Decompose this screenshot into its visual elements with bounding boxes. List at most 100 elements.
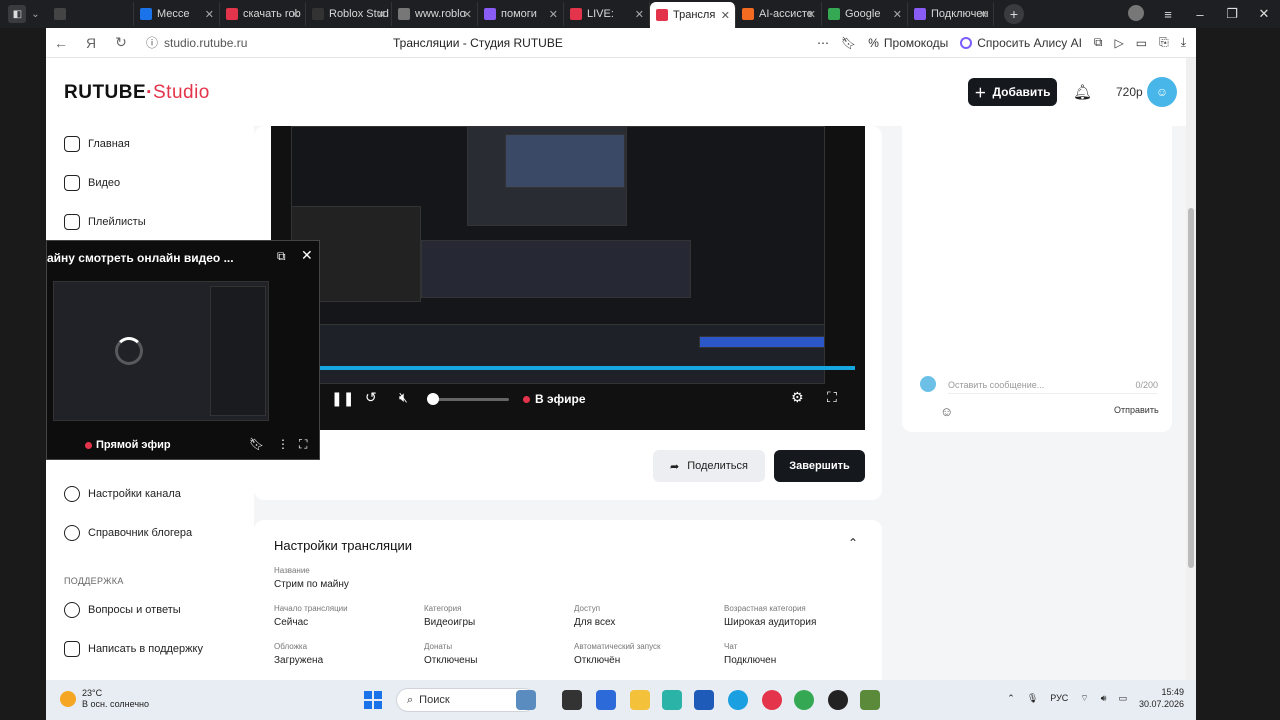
url-field[interactable]: ⓘ studio.rutube.ru bbox=[146, 34, 346, 51]
minimize-button[interactable]: – bbox=[1184, 7, 1216, 22]
field-value: Отключён bbox=[574, 655, 621, 666]
share-button[interactable]: ➦ Поделиться bbox=[653, 450, 765, 482]
pause-icon[interactable]: ❚❚ bbox=[331, 390, 354, 407]
tab-close-icon[interactable]: ✕ bbox=[377, 8, 386, 21]
yandex-icon[interactable]: Я bbox=[76, 35, 106, 51]
restore-button[interactable]: ❐ bbox=[1216, 6, 1248, 22]
download-icon[interactable]: ⤓ bbox=[1181, 35, 1186, 50]
folder-icon[interactable] bbox=[630, 690, 650, 710]
sidebar-item-faq[interactable]: Вопросы и ответы bbox=[64, 600, 181, 620]
tab-close-icon[interactable]: ✕ bbox=[463, 8, 472, 21]
store-icon[interactable] bbox=[694, 690, 714, 710]
browser-tab[interactable]: помоги ✕ bbox=[478, 2, 564, 26]
clock[interactable]: 15:49 30.07.2026 bbox=[1139, 686, 1184, 710]
browser-tab[interactable]: Мессе ✕ bbox=[134, 2, 220, 26]
obs-icon[interactable] bbox=[828, 690, 848, 710]
mini-player[interactable]: айну смотреть онлайн видео ... ⧉ ✕ Прямо… bbox=[46, 240, 320, 460]
sidebar-item-channel-settings[interactable]: Настройки канала bbox=[64, 484, 181, 504]
popout-icon[interactable]: ⧉ bbox=[277, 249, 286, 264]
more-vertical-icon[interactable]: ⋮ bbox=[277, 437, 289, 451]
send-button[interactable]: Отправить bbox=[1114, 405, 1159, 415]
close-window-button[interactable]: ✕ bbox=[1248, 6, 1280, 22]
tab-close-icon[interactable]: ✕ bbox=[721, 9, 730, 22]
end-stream-button[interactable]: Завершить bbox=[774, 450, 865, 482]
sidebar-toggle-icon[interactable]: ◧ bbox=[8, 5, 27, 23]
extensions-icon[interactable]: ⧉ bbox=[1094, 35, 1103, 50]
tab-close-icon[interactable]: ✕ bbox=[807, 8, 816, 21]
chevron-up-icon[interactable]: ⌃ bbox=[848, 536, 858, 550]
sidebar-item-video[interactable]: Видео bbox=[64, 173, 120, 193]
wifi-icon[interactable]: ⌔ bbox=[1080, 693, 1088, 704]
yandex-browser-icon[interactable] bbox=[762, 690, 782, 710]
avatar[interactable]: ☺ bbox=[1147, 77, 1177, 107]
browser-tab[interactable]: AI-ассисте ✕ bbox=[736, 2, 822, 26]
bookmark-icon[interactable]: 🔖︎ bbox=[249, 437, 264, 451]
language-indicator[interactable]: РУС bbox=[1050, 693, 1068, 703]
taskbar-app-icon[interactable] bbox=[562, 690, 582, 710]
browser-tab[interactable]: скачать rob ✕ bbox=[220, 2, 306, 26]
browser-tab[interactable]: Roblox Stud ✕ bbox=[306, 2, 392, 26]
reload-icon[interactable]: ↻ bbox=[106, 34, 136, 51]
add-button[interactable]: ＋ Добавить bbox=[968, 78, 1057, 106]
sidebar-item-home[interactable]: Главная bbox=[64, 134, 130, 154]
taskbar-app-icon[interactable] bbox=[516, 690, 536, 710]
volume-knob[interactable] bbox=[427, 393, 439, 405]
back-icon[interactable]: ← bbox=[46, 35, 76, 51]
browser-tab[interactable]: LIVE: ✕ bbox=[564, 2, 650, 26]
browser-tab[interactable] bbox=[48, 2, 134, 26]
play-icon[interactable]: ▷ bbox=[1115, 36, 1124, 50]
volume-slider[interactable] bbox=[427, 393, 509, 405]
taskbar-search[interactable]: ⌕ Поиск bbox=[396, 688, 536, 712]
site-info-icon[interactable]: ⓘ bbox=[146, 34, 158, 51]
page-scrollbar[interactable] bbox=[1186, 58, 1196, 680]
battery-icon[interactable]: ▭ bbox=[1136, 36, 1147, 50]
sidebar-item-playlists[interactable]: Плейлисты bbox=[64, 212, 146, 232]
battery-icon[interactable]: ▭ bbox=[1118, 693, 1127, 704]
promo-button[interactable]: % Промокоды bbox=[868, 36, 948, 50]
quality-label[interactable]: 720p bbox=[1116, 85, 1143, 99]
edge-icon[interactable] bbox=[728, 690, 748, 710]
browser-tab[interactable]: Трансля ✕ bbox=[650, 2, 736, 28]
bell-icon[interactable]: 🔔︎ bbox=[1073, 83, 1092, 101]
tab-close-icon[interactable]: ✕ bbox=[979, 8, 988, 21]
browser-tab[interactable]: Google ✕ bbox=[822, 2, 908, 26]
sidebar-item-blogger-guide[interactable]: Справочник блогера bbox=[64, 523, 192, 543]
gear-icon[interactable]: ⚙ bbox=[791, 389, 804, 406]
fullscreen-icon[interactable]: ⛶ bbox=[827, 389, 837, 406]
volume-icon[interactable]: 🔊︎ bbox=[1101, 693, 1107, 704]
minecraft-icon[interactable] bbox=[860, 690, 880, 710]
tab-list-icon[interactable]: ⌄ bbox=[31, 9, 39, 20]
taskbar-app-icon[interactable] bbox=[596, 690, 616, 710]
collections-icon[interactable]: ⎘ bbox=[1159, 35, 1169, 50]
chevron-up-icon[interactable]: ⌃ bbox=[1007, 693, 1015, 704]
chrome-icon[interactable] bbox=[794, 690, 814, 710]
sidebar-item-contact-support[interactable]: Написать в поддержку bbox=[64, 639, 203, 659]
microphone-icon[interactable]: 🎙︎ bbox=[1027, 693, 1038, 704]
close-icon[interactable]: ✕ bbox=[301, 247, 313, 264]
tab-close-icon[interactable]: ✕ bbox=[291, 8, 300, 21]
rutube-studio-logo[interactable]: RUTUBE·Studio bbox=[64, 82, 210, 104]
more-icon[interactable]: ⋯ bbox=[817, 36, 829, 50]
scrollbar-thumb[interactable] bbox=[1188, 208, 1194, 568]
fullscreen-icon[interactable]: ⛶ bbox=[299, 437, 307, 452]
mute-icon[interactable]: 🔇︎ bbox=[399, 389, 408, 406]
windows-start-icon[interactable] bbox=[364, 691, 382, 709]
browser-tab[interactable]: Подключен ✕ bbox=[908, 2, 994, 26]
tab-close-icon[interactable]: ✕ bbox=[635, 8, 644, 21]
tab-close-icon[interactable]: ✕ bbox=[205, 8, 214, 21]
tab-close-icon[interactable]: ✕ bbox=[549, 8, 558, 21]
profile-icon[interactable] bbox=[1120, 4, 1152, 24]
weather-widget[interactable]: 23°C В осн. солнечно bbox=[60, 688, 149, 710]
taskbar-app-icon[interactable] bbox=[662, 690, 682, 710]
menu-icon[interactable]: ≡ bbox=[1152, 7, 1184, 22]
rewind-10-icon[interactable]: ↺ bbox=[365, 389, 377, 406]
new-tab-button[interactable]: + bbox=[1004, 4, 1024, 24]
emoji-icon[interactable]: ☺ bbox=[940, 404, 953, 419]
chat-message-input[interactable]: Оставить сообщение... 0/200 bbox=[948, 376, 1158, 394]
bookmark-icon[interactable]: 🔖︎ bbox=[841, 36, 856, 50]
stream-preview-player[interactable]: ❚❚ ↺ 🔇︎ В эфире ⚙ ⛶ bbox=[271, 126, 865, 430]
alisa-button[interactable]: Спросить Алису AI bbox=[960, 36, 1082, 50]
browser-tab[interactable]: www.roblo ✕ bbox=[392, 2, 478, 26]
tab-close-icon[interactable]: ✕ bbox=[893, 8, 902, 21]
stream-progress-bar[interactable] bbox=[319, 366, 855, 370]
